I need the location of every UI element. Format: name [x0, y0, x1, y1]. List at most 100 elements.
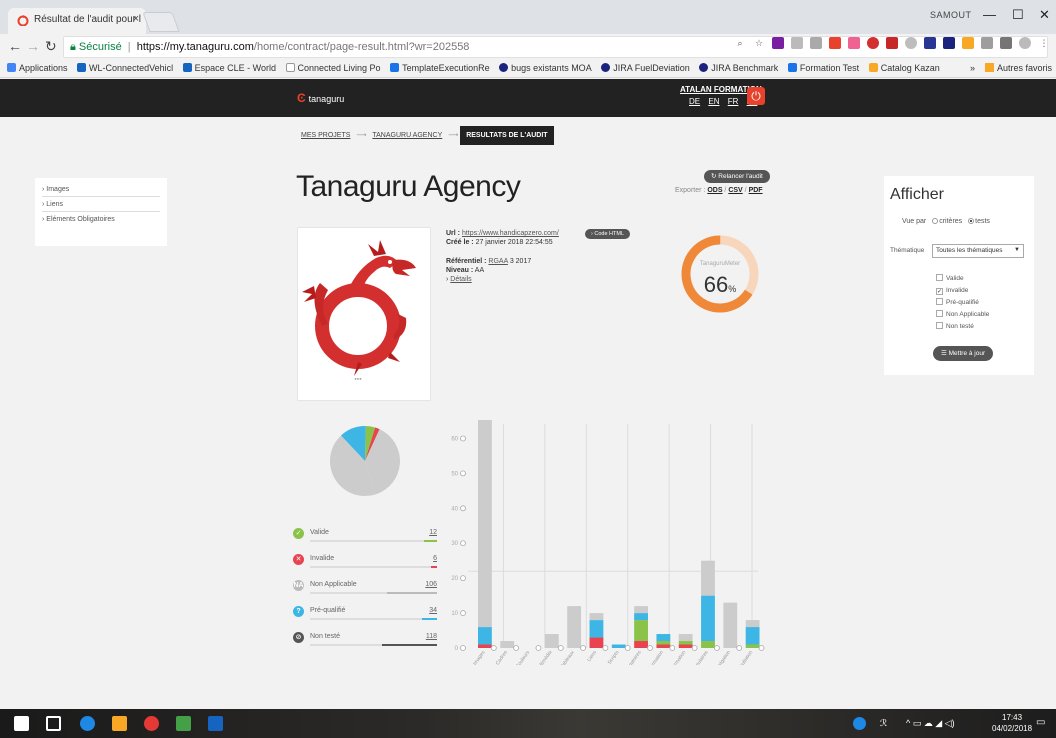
logout-power-icon[interactable]: ⏻ [747, 87, 765, 105]
bookmark-star-icon[interactable]: ☆ [753, 37, 765, 49]
extension-circle-icon[interactable] [905, 37, 917, 49]
relaunch-audit-button[interactable]: ↻ Relancer l'audit [704, 170, 770, 183]
referential-link[interactable]: RGAA [488, 258, 507, 265]
tanaguru-logo[interactable]: Ͼtanaguru [297, 91, 344, 105]
bookmark-item[interactable]: Catalog Kazan [868, 63, 940, 73]
status-filters: Valide ✓ Invalide Pré-qualifié Non Applic… [936, 273, 989, 333]
task-view-icon[interactable] [46, 716, 61, 731]
sidebar-item-images[interactable]: › Images [42, 182, 160, 197]
legend-count[interactable]: 118 [426, 633, 437, 640]
bar-segment-valide [745, 644, 760, 648]
minimize-icon[interactable]: — [983, 7, 996, 22]
bookmark-item[interactable]: Applications [7, 63, 68, 73]
legend-count[interactable]: 34 [429, 607, 437, 614]
windows-start-icon[interactable] [14, 716, 29, 731]
extension-settings-icon[interactable] [1019, 37, 1031, 49]
pdf-icon[interactable] [886, 37, 898, 49]
back-arrow-icon[interactable]: ← [8, 38, 22, 54]
bookmark-item[interactable]: WL-ConnectedVehicl [77, 63, 173, 73]
file-explorer-icon[interactable] [112, 716, 127, 731]
sidebar-item-links[interactable]: › Liens [42, 197, 160, 212]
bookmark-item[interactable]: Formation Test [787, 63, 859, 73]
legend-count[interactable]: 106 [425, 581, 437, 588]
legend-label: Non testé [310, 633, 340, 640]
breadcrumb-agency[interactable]: TANAGURU AGENCY [368, 126, 446, 145]
export-csv-link[interactable]: CSV [728, 187, 742, 194]
view-tests-radio[interactable]: tests [968, 218, 990, 225]
edge-icon[interactable] [80, 716, 95, 731]
bookmark-item[interactable]: bugs existants MOA [499, 63, 592, 73]
export-pdf-link[interactable]: PDF [749, 187, 763, 194]
extension-red-icon[interactable] [829, 37, 841, 49]
extension-gray-icon[interactable] [791, 37, 803, 49]
y-tick-marker [460, 575, 466, 582]
bookmark-item[interactable]: Espace CLE - World [182, 63, 276, 73]
forward-arrow-icon[interactable]: → [26, 38, 40, 54]
help-icon[interactable] [853, 717, 866, 730]
legend-count[interactable]: 12 [429, 529, 437, 536]
reload-icon[interactable]: ↻ [45, 38, 57, 55]
theme-select[interactable]: Toutes les thématiques ▼ [932, 244, 1024, 258]
browser-tab[interactable]: Résultat de l'audit pour l × [8, 8, 146, 34]
word-icon[interactable] [208, 716, 223, 731]
audited-url-link[interactable]: https://www.handicapzero.com/ [462, 230, 559, 237]
lang-de[interactable]: DE [689, 97, 700, 106]
other-bookmarks[interactable]: » Autres favoris [970, 63, 1052, 73]
maximize-icon[interactable]: ☐ [1012, 7, 1024, 23]
filter-non-teste[interactable]: Non testé [936, 321, 989, 333]
lang-fr[interactable]: FR [728, 97, 739, 106]
new-tab-button[interactable] [142, 12, 180, 32]
opera-icon[interactable] [867, 37, 879, 49]
filter-valide[interactable]: Valide [936, 273, 989, 285]
filter-prequalifie[interactable]: Pré-qualifié [936, 297, 989, 309]
details-link[interactable]: Détails [450, 276, 471, 283]
extension-navy-icon[interactable] [943, 37, 955, 49]
close-window-icon[interactable]: ✕ [1039, 7, 1050, 23]
bar-segment-non-applicable [544, 634, 559, 648]
people-icon[interactable]: ℛ [880, 718, 887, 729]
view-criteria-radio[interactable]: critères [932, 218, 962, 225]
bar-segment-non-applicable [745, 620, 760, 628]
x-tick-label: Images [472, 649, 487, 665]
y-tick-label: 0 [455, 646, 459, 652]
extension-grid-icon[interactable] [810, 37, 822, 49]
code-html-button[interactable]: › Code HTML [585, 229, 631, 239]
breadcrumb-projects[interactable]: MES PROJETS [297, 126, 354, 145]
bar-segment-valide [678, 641, 693, 645]
sidebar-item-mandatory[interactable]: › Eléments Obligatoires [42, 212, 160, 227]
legend-bar-track [310, 566, 437, 568]
tab-close-icon[interactable]: × [133, 13, 139, 25]
bookmark-item[interactable]: Connected Living Po [285, 63, 381, 73]
extension-purple-icon[interactable] [772, 37, 784, 49]
taskbar-clock[interactable]: 17:43 04/02/2018 [992, 712, 1032, 734]
extension-lock-icon[interactable] [1000, 37, 1012, 49]
chrome-icon[interactable] [144, 716, 159, 731]
legend-count[interactable]: 6 [433, 555, 437, 562]
extension-yellow-icon[interactable] [962, 37, 974, 49]
update-button[interactable]: ☰ Mettre à jour [933, 346, 994, 361]
x-tick-marker [758, 645, 765, 651]
menu-dots-icon[interactable]: ⋮ [1038, 37, 1050, 49]
extension-doc-icon[interactable] [981, 37, 993, 49]
bookmark-item[interactable]: TemplateExecutionRe [390, 63, 490, 73]
notification-icon[interactable]: ▭ [1036, 717, 1045, 728]
x-tick-marker [669, 645, 676, 651]
status-valide-icon: ✓ [293, 528, 304, 539]
apps-grid-icon [7, 63, 16, 72]
export-ods-link[interactable]: ODS [707, 187, 722, 194]
legend-bar-fill [424, 540, 437, 542]
bar-segment-non-applicable [589, 613, 604, 621]
lang-en[interactable]: EN [708, 97, 719, 106]
bookmark-item[interactable]: JIRA Benchmark [699, 63, 778, 73]
extension-pink-icon[interactable] [848, 37, 860, 49]
url-path: /home/contract/page-result.html?wr=20255… [253, 41, 470, 53]
tray-icons[interactable]: ^ ▭ ☁ ◢ ◁) [906, 718, 955, 729]
extension-blue-icon[interactable] [924, 37, 936, 49]
x-tick-marker [624, 645, 631, 651]
bookmark-item[interactable]: JIRA FuelDeviation [601, 63, 690, 73]
filter-non-applicable[interactable]: Non Applicable [936, 309, 989, 321]
app-icon[interactable] [176, 716, 191, 731]
profile-name[interactable]: SAMOUT [930, 10, 972, 20]
zoom-icon[interactable]: ⌕ [734, 37, 746, 49]
filter-invalide[interactable]: ✓ Invalide [936, 285, 989, 297]
